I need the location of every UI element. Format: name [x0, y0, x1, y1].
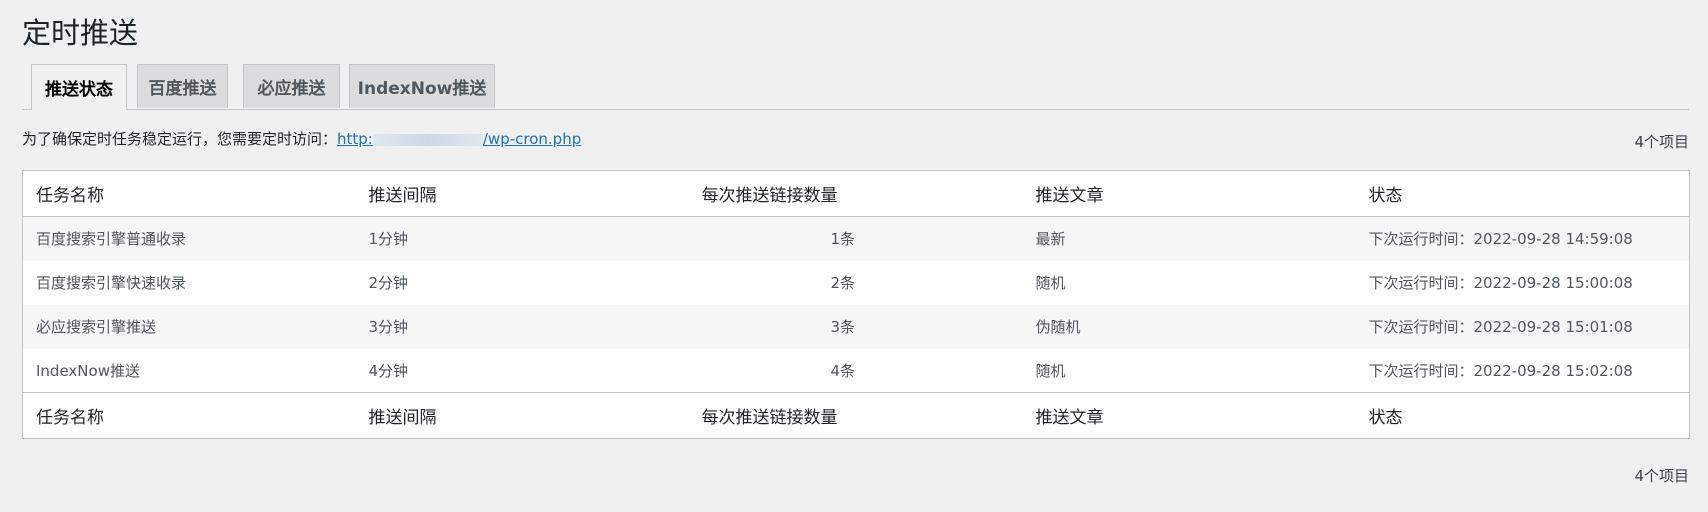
cron-notice: 为了确保定时任务稳定运行，您需要定时访问：http:/wp-cron.php — [22, 128, 581, 149]
task-article-mode: 最新 — [1022, 216, 1356, 261]
column-footer-links-per-push: 每次推送链接数量 — [688, 392, 1023, 439]
cron-notice-text: 为了确保定时任务稳定运行，您需要定时访问： — [22, 130, 338, 148]
column-footer-status: 状态 — [1355, 392, 1690, 439]
task-status: 下次运行时间：2022-09-28 15:00:08 — [1368, 274, 1633, 292]
task-name: 百度搜索引擎快速收录 — [36, 274, 187, 292]
table-row: 百度搜索引擎快速收录 2分钟 2条 随机 下次运行时间：2022-09-28 1… — [23, 261, 1690, 305]
item-count-bottom: 4个项目 — [1634, 467, 1689, 485]
task-name: 百度搜索引擎普通收录 — [22, 216, 356, 261]
column-footer-task-name: 任务名称 — [22, 392, 356, 439]
redacted-domain — [372, 133, 483, 146]
tab-bar: 推送状态 百度推送 必应推送 IndexNow推送 — [22, 64, 1689, 110]
column-header-interval: 推送间隔 — [355, 170, 689, 217]
tab-baidu-push[interactable]: 百度推送 — [137, 64, 228, 108]
page-title: 定时推送 — [22, 16, 139, 50]
task-interval: 4分钟 — [368, 361, 409, 380]
task-interval: 3分钟 — [355, 304, 689, 349]
table-footer-row: 任务名称 推送间隔 每次推送链接数量 推送文章 状态 — [22, 392, 1690, 439]
task-status: 下次运行时间：2022-09-28 15:01:08 — [1355, 304, 1690, 349]
task-link-count: 3条 — [688, 304, 1023, 349]
cron-url-link[interactable]: http:/wp-cron.php — [337, 130, 581, 148]
tab-push-status[interactable]: 推送状态 — [31, 64, 127, 110]
column-header-articles: 推送文章 — [1022, 170, 1356, 217]
task-interval: 2分钟 — [368, 274, 409, 292]
task-link-count: 1条 — [688, 216, 1023, 261]
table-row: 必应搜索引擎推送 3分钟 3条 伪随机 下次运行时间：2022-09-28 15… — [22, 304, 1690, 349]
column-header-status: 状态 — [1355, 170, 1690, 217]
task-status: 下次运行时间：2022-09-28 14:59:08 — [1355, 216, 1690, 261]
task-interval: 1分钟 — [355, 216, 689, 261]
task-status: 下次运行时间：2022-09-28 15:02:08 — [1368, 361, 1633, 380]
task-name: IndexNow推送 — [36, 361, 140, 380]
cron-task-table: 任务名称 推送间隔 每次推送链接数量 推送文章 状态 百度搜索引擎普通收录 1分… — [22, 170, 1690, 439]
task-link-count: 4条 — [830, 361, 856, 380]
task-name: 必应搜索引擎推送 — [22, 304, 356, 349]
task-article-mode: 随机 — [1035, 274, 1066, 292]
column-header-links-per-push: 每次推送链接数量 — [688, 170, 1023, 217]
table-header-row: 任务名称 推送间隔 每次推送链接数量 推送文章 状态 — [22, 170, 1690, 217]
tab-bing-push[interactable]: 必应推送 — [243, 64, 340, 108]
table-row: IndexNow推送 4分钟 4条 随机 下次运行时间：2022-09-28 1… — [23, 349, 1690, 393]
task-link-count: 2条 — [830, 274, 856, 292]
item-count-top: 4个项目 — [1634, 133, 1689, 151]
column-footer-articles: 推送文章 — [1022, 392, 1356, 439]
task-article-mode: 伪随机 — [1022, 304, 1356, 349]
table-row: 百度搜索引擎普通收录 1分钟 1条 最新 下次运行时间：2022-09-28 1… — [22, 216, 1690, 261]
column-footer-interval: 推送间隔 — [355, 392, 689, 439]
tab-indexnow-push[interactable]: IndexNow推送 — [349, 64, 495, 108]
task-article-mode: 随机 — [1035, 361, 1066, 380]
column-header-task-name: 任务名称 — [22, 170, 356, 217]
